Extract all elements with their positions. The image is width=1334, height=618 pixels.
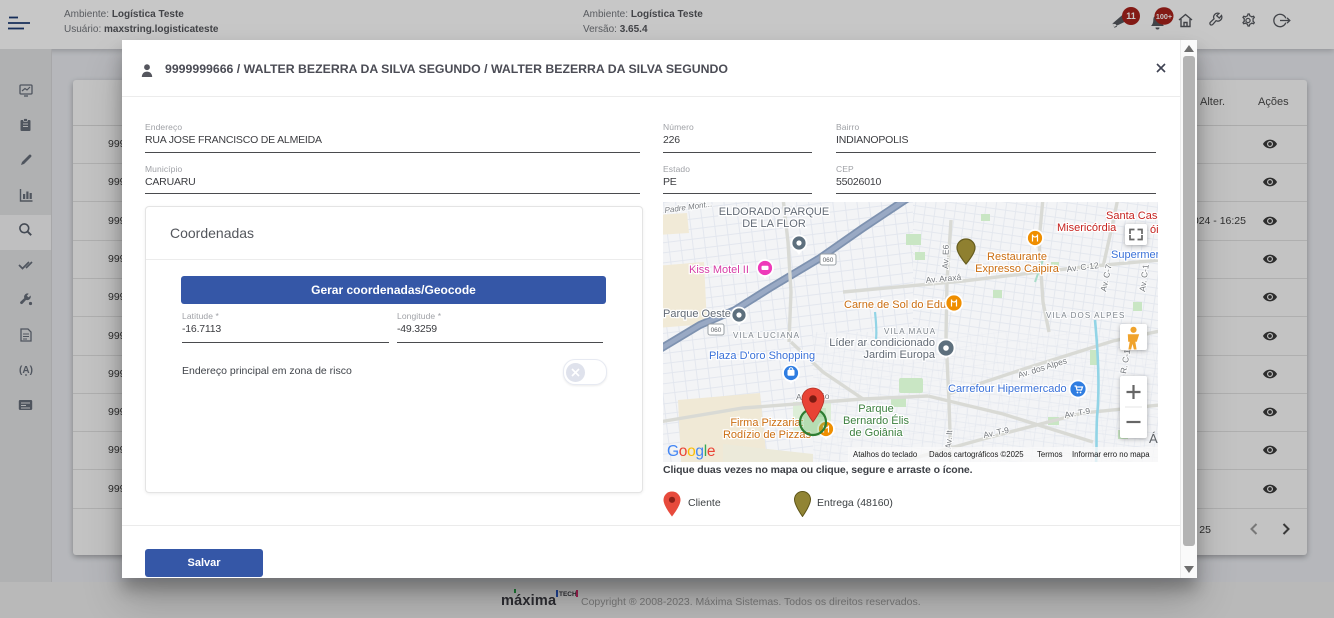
svg-text:ELDORADO PARQUE: ELDORADO PARQUE (719, 206, 829, 218)
svg-text:ói: ói (1150, 224, 1158, 236)
svg-text:Parque Oeste: Parque Oeste (663, 308, 731, 320)
svg-text:Misericórdia: Misericórdia (1057, 222, 1117, 234)
svg-text:Av. E6: Av. E6 (940, 244, 951, 269)
svg-text:Bernardo Élis: Bernardo Élis (843, 414, 910, 427)
svg-text:Santa Casa: Santa Casa (1106, 210, 1158, 222)
svg-text:Parque: Parque (858, 403, 893, 415)
svg-text:VILA LUCIANA: VILA LUCIANA (733, 331, 800, 340)
svg-text:Informar erro no mapa: Informar erro no mapa (1072, 450, 1150, 459)
svg-text:Termos: Termos (1037, 450, 1063, 459)
svg-text:Carrefour Hipermercado: Carrefour Hipermercado (948, 383, 1067, 395)
svg-text:Firma Pizzaria:: Firma Pizzaria: (730, 417, 803, 429)
svg-text:DE LA FLOR: DE LA FLOR (742, 218, 806, 230)
svg-text:VILA DOS ALPES: VILA DOS ALPES (1046, 311, 1125, 320)
svg-text:Expresso Caipira: Expresso Caipira (975, 263, 1060, 275)
svg-text:de Goiânia: de Goiânia (849, 427, 903, 439)
svg-text:Av. It: Av. It (943, 429, 954, 449)
svg-text:060: 060 (711, 327, 722, 334)
svg-text:Carne de Sol do Edu: Carne de Sol do Edu (844, 299, 946, 311)
svg-text:Á: Á (1149, 431, 1158, 446)
svg-text:Jardim Europa: Jardim Europa (863, 349, 935, 361)
svg-text:VILA MAUA: VILA MAUA (884, 327, 936, 336)
svg-text:Rodízio de Pizzas: Rodízio de Pizzas (723, 429, 812, 441)
svg-text:Plaza D'oro Shopping: Plaza D'oro Shopping (709, 350, 815, 362)
svg-text:Dados cartográficos ©2025: Dados cartográficos ©2025 (929, 450, 1024, 459)
svg-text:060: 060 (823, 257, 834, 264)
svg-text:Google: Google (667, 443, 715, 460)
svg-text:Restaurante: Restaurante (987, 251, 1047, 263)
svg-text:Supermer: Supermer (1111, 249, 1158, 261)
svg-text:Líder ar condicionado: Líder ar condicionado (829, 337, 935, 349)
svg-text:Atalhos do teclado: Atalhos do teclado (853, 450, 918, 459)
svg-text:Kiss Motel II: Kiss Motel II (689, 264, 749, 276)
